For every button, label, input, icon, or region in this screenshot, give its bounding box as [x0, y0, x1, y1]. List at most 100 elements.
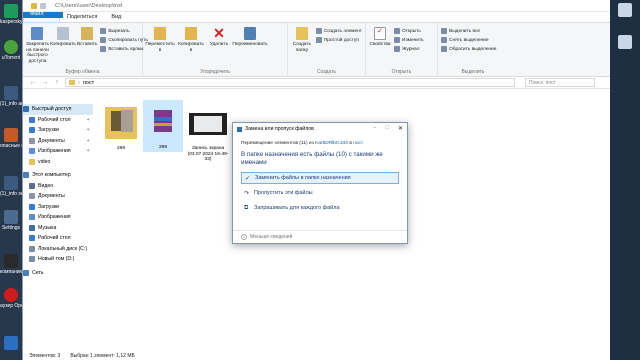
app-icon [4, 254, 18, 268]
select-none-button[interactable]: Снять выделение [441, 37, 496, 43]
invert-selection-button[interactable]: Обратить выделение [441, 46, 496, 52]
utorrent-icon [4, 40, 18, 54]
copy-icon [56, 27, 69, 40]
pin-icon: ✦ [86, 137, 90, 143]
destination-link[interactable]: пост [353, 141, 363, 146]
ask-each-file-option[interactable]: ⧉ Запрашивать для каждого файла [241, 202, 399, 214]
nav-item-drive-d[interactable]: Новый том (D:) [23, 254, 93, 265]
desktop-right-strip [610, 0, 640, 360]
back-arrow-icon[interactable]: ← [29, 79, 37, 86]
select-none-icon [441, 37, 447, 43]
nav-item-pictures[interactable]: Изображения ✦ [23, 146, 93, 157]
new-item-button[interactable]: Создать элемент [315, 28, 362, 34]
nav-item-downloads[interactable]: Загрузки [23, 202, 93, 213]
status-item-count: Элементов: 3 [29, 353, 61, 359]
desktop-shortcut-settings[interactable]: Settings [0, 210, 22, 231]
up-arrow-icon[interactable]: ↑ [53, 79, 61, 86]
nav-item-documents[interactable]: Документы ✦ [23, 136, 93, 147]
dialog-app-icon [237, 126, 242, 132]
pin-icon: ✦ [86, 116, 90, 122]
ribbon-group-open: ✓ Свойства Открыть Изменить Журнал Откры… [366, 23, 438, 77]
desktop-file-icon[interactable] [618, 3, 632, 17]
skip-files-option[interactable]: ↷ Пропустить эти файлы [241, 187, 399, 199]
breadcrumb[interactable]: пост [83, 80, 94, 86]
pictures-icon [29, 148, 35, 155]
desktop-shortcut-info-activation[interactable]: (1)_info activation) [0, 86, 22, 107]
tab-file[interactable]: Файл [23, 11, 63, 18]
file-item-archive[interactable]: 299 [143, 100, 183, 152]
nav-item-video-folder[interactable]: video [23, 157, 93, 168]
check-icon: ✓ [377, 28, 383, 35]
ribbon-group-select: Выделить все Снять выделение Обратить вы… [438, 23, 508, 77]
nav-item-pictures[interactable]: Изображения [23, 212, 93, 223]
maximize-icon[interactable]: □ [385, 125, 389, 132]
computer-icon [23, 172, 29, 179]
ribbon-group-new: Создать папку Создать элемент Простой до… [288, 23, 366, 77]
nav-item-videos[interactable]: Видео [23, 181, 93, 192]
file-icon [4, 86, 18, 100]
desktop-shortcut-utorrent[interactable]: uTorrent [0, 40, 22, 61]
file-icon [4, 176, 18, 190]
minimize-icon[interactable]: – [373, 125, 376, 132]
nav-item-desktop[interactable]: Рабочий стол ✦ [23, 115, 93, 126]
nav-item-drive-c[interactable]: Локальный диск (C:) [23, 244, 93, 255]
folder-icon [101, 101, 141, 143]
drive-icon [29, 245, 35, 252]
desktop-shortcut-info-settings[interactable]: (1)_info settings) [0, 176, 22, 197]
forward-arrow-icon[interactable]: → [41, 79, 49, 86]
new-item-icon [315, 28, 322, 34]
new-folder-icon [295, 27, 308, 40]
paste-shortcut-button[interactable]: Вставить ярлык [100, 46, 148, 52]
desktop-icon [29, 235, 35, 242]
video-icon [29, 182, 35, 189]
desktop-shortcut-bottom[interactable] [0, 336, 22, 351]
desktop-shortcut-kaspersky[interactable]: kaspersky [0, 4, 22, 25]
history-button[interactable]: Журнал [394, 46, 424, 52]
copy-to-icon [185, 27, 197, 40]
address-bar[interactable]: › пост [65, 78, 515, 87]
ribbon-group-label: Буфер обмена [65, 69, 100, 75]
nav-item-network[interactable]: Сеть [23, 268, 93, 279]
download-icon [29, 127, 35, 134]
nav-item-music[interactable]: Музыка [23, 223, 93, 234]
video-file-icon [185, 101, 231, 143]
scissors-icon [100, 28, 107, 34]
less-details-button[interactable]: Меньше сведений [250, 234, 292, 240]
cut-button[interactable]: Вырезать [100, 28, 148, 34]
open-button[interactable]: Открыть [394, 28, 424, 34]
check-icon: ✓ [245, 175, 251, 182]
folder-icon [29, 158, 35, 165]
nav-item-quick-access[interactable]: Быстрый доступ [23, 104, 93, 115]
desktop-file-icon[interactable] [618, 35, 632, 49]
ribbon-group-clipboard: Закрепить на панели быстрого доступа Коп… [23, 23, 148, 77]
edit-icon [394, 37, 400, 43]
nav-item-this-pc[interactable]: Этот компьютер [23, 170, 93, 181]
desktop-shortcut-item[interactable]: onасные пелгемия [0, 128, 22, 149]
nav-item-downloads[interactable]: Загрузки ✦ [23, 125, 93, 136]
chevron-up-icon[interactable]: ˄ [241, 234, 247, 240]
replace-files-option[interactable]: ✓ Заменить файлы в папке назначения [241, 172, 399, 184]
opera-icon [4, 288, 18, 302]
quick-access-toolbar-icon[interactable] [40, 2, 46, 9]
source-link[interactable]: Kar5DRlb0.344 [315, 141, 348, 146]
tab-view[interactable]: Вид [104, 12, 128, 22]
tab-share[interactable]: Поделиться [60, 12, 104, 22]
select-all-button[interactable]: Выделить все [441, 28, 496, 34]
desktop-shortcut-opera[interactable]: аузер Opera [0, 288, 22, 309]
pin-icon [31, 27, 44, 40]
edit-button[interactable]: Изменить [394, 37, 424, 43]
status-bar: Элементов: 3 Выбран 1 элемент: 1,12 МБ [23, 352, 611, 360]
settings-icon [4, 210, 18, 224]
desktop-shortcut-company[interactable]: компанию [0, 254, 22, 275]
close-icon[interactable]: ✕ [398, 125, 403, 132]
easy-access-button[interactable]: Простой доступ [315, 37, 362, 43]
nav-item-documents[interactable]: Документы [23, 191, 93, 202]
file-item-folder[interactable]: 299 [101, 101, 141, 152]
navigation-pane: Быстрый доступ Рабочий стол ✦ Загрузки ✦ Д… [23, 101, 93, 351]
search-input[interactable]: Поиск: пост [525, 78, 595, 87]
nav-item-desktop[interactable]: Рабочий стол [23, 233, 93, 244]
copy-path-button[interactable]: Скопировать путь [100, 37, 148, 43]
file-item-video[interactable]: Запись экрана (03.07.2024 16-49-33) [185, 101, 231, 163]
shortcut-icon [100, 46, 107, 52]
move-icon [154, 27, 166, 40]
